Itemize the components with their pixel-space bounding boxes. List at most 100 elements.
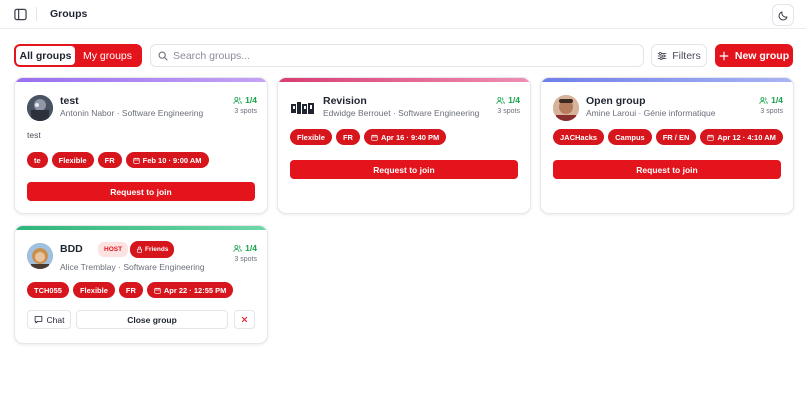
chat-button[interactable]: Chat (27, 310, 71, 329)
avatar (290, 95, 316, 121)
spots-count: 1/4 (233, 243, 257, 253)
tag-list: Flexible FR Apr 16 · 9:40 PM (290, 129, 447, 145)
tab-my-groups[interactable]: My groups (75, 46, 140, 65)
group-title: BDD (60, 243, 83, 255)
filters-label: Filters (672, 49, 701, 62)
spots-count: 1/4 (759, 95, 783, 105)
group-description: test (27, 130, 41, 140)
group-owner-line: Alice Tremblay · Software Engineering (60, 262, 205, 272)
card-accent-bar (15, 226, 267, 230)
date-tag: Feb 10 · 9:00 AM (125, 152, 209, 168)
users-icon (233, 244, 242, 252)
spots-label: 3 spots (234, 108, 257, 115)
users-icon (496, 96, 505, 104)
tag-list: JACHacks Campus FR / EN Apr 12 · 4:10 AM (553, 129, 783, 145)
owner-name: Edwidge Berrouet (323, 108, 391, 118)
sidebar-icon (14, 8, 27, 21)
owner-name: Antonin Nabor (60, 108, 115, 118)
tab-all-groups[interactable]: All groups (16, 46, 75, 65)
delete-group-button[interactable] (234, 310, 255, 329)
avatar (27, 95, 53, 121)
search-input[interactable] (173, 49, 613, 62)
filters-button[interactable]: Filters (651, 44, 707, 67)
spots-label: 3 spots (760, 108, 783, 115)
date-text: Apr 16 · 9:40 PM (380, 132, 440, 142)
request-to-join-button[interactable]: Request to join (553, 160, 781, 179)
tag: Flexible (51, 152, 94, 168)
tag: Campus (608, 129, 652, 145)
date-tag: Apr 16 · 9:40 PM (363, 129, 447, 145)
tag-list: te Flexible FR Feb 10 · 9:00 AM (27, 152, 209, 168)
request-to-join-button[interactable]: Request to join (290, 160, 518, 179)
group-card: Revision Edwidge Berrouet · Software Eng… (277, 77, 531, 214)
message-icon (34, 316, 42, 324)
spots-indicator: 1/4 3 spots (496, 95, 520, 115)
spots-indicator: 1/4 3 spots (759, 95, 783, 115)
close-icon (241, 316, 248, 323)
chat-label: Chat (46, 314, 65, 325)
spots-value: 1/4 (245, 95, 257, 105)
avatar (553, 95, 579, 121)
avatar (27, 243, 53, 269)
group-card: BDD HOST Friends Alice Tremblay · Softwa… (14, 225, 268, 344)
card-accent-bar (541, 78, 793, 82)
new-group-button[interactable]: New group (715, 44, 793, 67)
owner-name: Amine Laroui (586, 108, 637, 118)
tag: FR / EN (655, 129, 697, 145)
spots-count: 1/4 (496, 95, 520, 105)
tag: FR (97, 152, 122, 168)
group-title: Revision (323, 95, 367, 107)
new-group-label: New group (734, 49, 790, 62)
owner-program: Software Engineering (121, 108, 204, 118)
group-owner-line: Antonin Nabor · Software Engineering (60, 108, 204, 118)
tag: TCH055 (27, 282, 69, 298)
friends-badge: Friends (130, 241, 175, 258)
tag: Flexible (290, 129, 332, 145)
moon-icon (778, 11, 787, 20)
group-card: test Antonin Nabor · Software Engineerin… (14, 77, 268, 214)
sidebar-toggle-button[interactable] (12, 6, 29, 23)
date-text: Apr 12 · 4:10 AM (717, 132, 776, 142)
date-tag: Apr 22 · 12:55 PM (146, 282, 234, 298)
page-title: Groups (50, 8, 88, 20)
tag: FR (335, 129, 360, 145)
date-text: Apr 22 · 12:55 PM (163, 285, 227, 295)
search-box (150, 44, 644, 67)
request-to-join-button[interactable]: Request to join (27, 182, 255, 201)
spots-indicator: 1/4 3 spots (233, 243, 257, 263)
tag: te (27, 152, 48, 168)
top-bar: Groups (0, 0, 806, 29)
date-text: Feb 10 · 9:00 AM (142, 155, 202, 165)
group-card: Open group Amine Laroui · Génie informat… (540, 77, 794, 214)
calendar-icon (707, 134, 715, 141)
plus-icon (719, 51, 729, 60)
lock-icon (137, 246, 142, 253)
host-badge: HOST (98, 242, 129, 257)
theme-toggle-button[interactable] (772, 4, 794, 26)
tag: FR (118, 282, 143, 298)
calendar-icon (154, 287, 161, 294)
spots-indicator: 1/4 3 spots (233, 95, 257, 115)
owner-program: Software Engineering (123, 262, 205, 272)
calendar-icon (132, 157, 140, 164)
card-accent-bar (15, 78, 267, 82)
owner-name: Alice Tremblay (60, 262, 116, 272)
group-scope-toggle: All groups My groups (14, 44, 142, 67)
calendar-icon (371, 134, 378, 141)
group-title: test (60, 95, 79, 107)
friends-label: Friends (145, 246, 169, 253)
group-owner-line: Edwidge Berrouet · Software Engineering (323, 108, 480, 118)
spots-value: 1/4 (508, 95, 520, 105)
group-owner-line: Amine Laroui · Génie informatique (586, 108, 716, 118)
search-icon (158, 51, 168, 61)
spots-value: 1/4 (245, 243, 257, 253)
close-group-button[interactable]: Close group (76, 310, 228, 329)
spots-value: 1/4 (771, 95, 783, 105)
sliders-icon (658, 51, 667, 60)
spots-label: 3 spots (497, 108, 520, 115)
topbar-divider (36, 7, 37, 21)
tag-list: TCH055 Flexible FR Apr 22 · 12:55 PM (27, 282, 234, 298)
tag: Flexible (72, 282, 115, 298)
date-tag: Apr 12 · 4:10 AM (700, 129, 783, 145)
owner-program: Software Engineering (398, 108, 480, 118)
